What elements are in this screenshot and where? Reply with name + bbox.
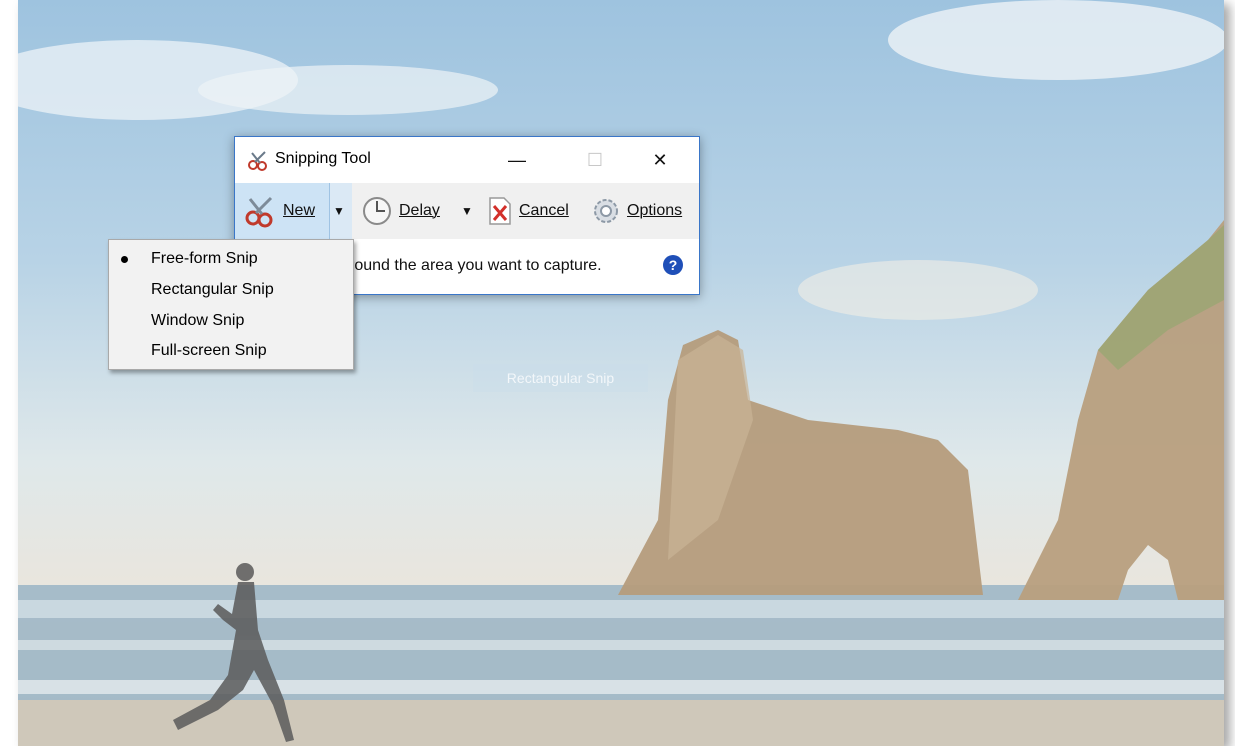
help-icon[interactable]: ? (663, 255, 683, 275)
scissors-icon (248, 151, 267, 171)
cancel-button[interactable]: Cancel (487, 183, 569, 239)
delay-label: Delay (399, 202, 440, 219)
new-button-content[interactable]: New ▼ (243, 183, 345, 239)
options-label: Options (627, 202, 683, 219)
scissors-icon (245, 196, 273, 228)
status-text: round the area you want to capture. (349, 257, 602, 274)
chevron-down-icon: ▼ (333, 204, 345, 218)
menu-item-window-snip[interactable]: Window Snip (109, 306, 353, 336)
clock-icon (363, 197, 391, 225)
ghost-rectangular-snip-label: Rectangular Snip (473, 364, 648, 392)
desktop-background: Rectangular Snip (18, 0, 1224, 746)
toolbar: New ▼ Delay ▼ Cancel Options (235, 183, 699, 239)
options-button[interactable]: Options (591, 183, 682, 239)
menu-item-full-screen-snip[interactable]: Full-screen Snip (109, 336, 353, 366)
chevron-down-icon: ▼ (461, 204, 473, 218)
cancel-label: Cancel (519, 202, 569, 219)
delay-button[interactable]: Delay (361, 183, 440, 239)
selected-bullet-icon (121, 256, 128, 263)
new-label: New (283, 202, 316, 219)
menu-item-free-form-snip[interactable]: Free-form Snip (109, 244, 353, 274)
new-snip-dropdown-menu: Free-form Snip Rectangular Snip Window S… (108, 239, 354, 370)
close-button[interactable]: ✕ (640, 143, 680, 177)
menu-item-label: Free-form Snip (151, 250, 258, 267)
menu-item-label: Window Snip (151, 312, 245, 329)
menu-item-label: Full-screen Snip (151, 342, 267, 359)
gear-icon (594, 199, 618, 223)
delay-dropdown-button[interactable]: ▼ (461, 183, 473, 239)
cancel-x-icon (489, 197, 511, 225)
menu-item-label: Rectangular Snip (151, 281, 274, 298)
window-title: Snipping Tool (275, 150, 371, 167)
maximize-button[interactable]: ☐ (575, 143, 615, 177)
menu-item-rectangular-snip[interactable]: Rectangular Snip (109, 275, 353, 305)
title-bar[interactable]: Snipping Tool — ☐ ✕ (235, 137, 699, 183)
minimize-button[interactable]: — (497, 143, 537, 177)
